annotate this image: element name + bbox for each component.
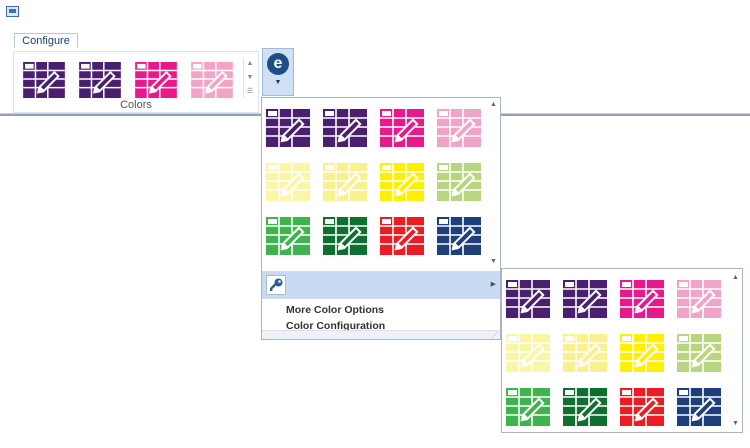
- group-label-colors: Colors: [120, 99, 152, 111]
- submenu-color-4[interactable]: [677, 280, 721, 318]
- ribbon-tab-row: Configure: [0, 27, 750, 49]
- submenu-color-12[interactable]: [677, 388, 721, 426]
- menu-gallery-scrollbar[interactable]: ▲ ▼: [488, 98, 500, 270]
- menu-color-12[interactable]: [437, 217, 481, 255]
- gallery-scroll-up-icon[interactable]: ▲: [245, 58, 255, 70]
- resize-grip-icon[interactable]: ⋰: [492, 332, 498, 339]
- menu-item-more-color-options[interactable]: More Color Options: [286, 304, 384, 316]
- submenu-color-11[interactable]: [620, 388, 664, 426]
- menu-color-9[interactable]: [266, 217, 310, 255]
- submenu-color-1[interactable]: [506, 280, 550, 318]
- submenu-color-9[interactable]: [506, 388, 550, 426]
- menu-color-10[interactable]: [323, 217, 367, 255]
- tab-configure[interactable]: Configure: [14, 33, 78, 49]
- menu-color-5[interactable]: [266, 163, 310, 201]
- gallery-color-3[interactable]: [134, 62, 178, 98]
- menu-color-11[interactable]: [380, 217, 424, 255]
- chevron-down-icon: ▼: [274, 79, 282, 86]
- submenu-color-10[interactable]: [563, 388, 607, 426]
- submenu-scrollbar[interactable]: ▲ ▼: [730, 269, 742, 432]
- submenu-color-2[interactable]: [563, 280, 607, 318]
- menu-color-7[interactable]: [380, 163, 424, 201]
- colors-group: ▲ ▼ ☰ Colors: [13, 51, 259, 113]
- scroll-down-icon[interactable]: ▼: [490, 258, 497, 265]
- gallery-expand-icon[interactable]: ☰: [245, 86, 255, 98]
- submenu-color-7[interactable]: [620, 334, 664, 372]
- scroll-down-icon[interactable]: ▼: [732, 420, 739, 427]
- submenu-color-5[interactable]: [506, 334, 550, 372]
- menu-resize-bar[interactable]: ⋰: [262, 330, 500, 339]
- menu-color-8[interactable]: [437, 163, 481, 201]
- scroll-up-icon[interactable]: ▲: [732, 274, 739, 281]
- e-dropdown-button[interactable]: e ▼: [262, 48, 294, 96]
- submenu-color-8[interactable]: [677, 334, 721, 372]
- color-dropdown-menu: ▲ ▼ ▶ More Color Options Color Configura…: [261, 97, 501, 340]
- color-submenu: ▲ ▼: [501, 268, 743, 433]
- gallery-scrollbar[interactable]: ▲ ▼ ☰: [243, 58, 256, 98]
- submenu-color-6[interactable]: [563, 334, 607, 372]
- menu-color-6[interactable]: [323, 163, 367, 201]
- menu-color-gallery: ▲ ▼: [262, 98, 500, 272]
- title-bar: [0, 0, 750, 27]
- key-icon: [266, 275, 286, 295]
- e-icon: e: [267, 53, 289, 75]
- scroll-up-icon[interactable]: ▲: [490, 101, 497, 108]
- menu-color-1[interactable]: [266, 109, 310, 147]
- menu-color-2[interactable]: [323, 109, 367, 147]
- window-app-icon[interactable]: [6, 6, 19, 17]
- submenu-arrow-icon: ▶: [490, 281, 496, 288]
- gallery-color-2[interactable]: [78, 62, 122, 98]
- gallery-color-4[interactable]: [190, 62, 234, 98]
- gallery-color-1[interactable]: [22, 62, 66, 98]
- menu-color-3[interactable]: [380, 109, 424, 147]
- menu-item-key-submenu[interactable]: ▶: [262, 272, 500, 299]
- menu-color-4[interactable]: [437, 109, 481, 147]
- submenu-color-3[interactable]: [620, 280, 664, 318]
- gallery-scroll-down-icon[interactable]: ▼: [245, 72, 255, 84]
